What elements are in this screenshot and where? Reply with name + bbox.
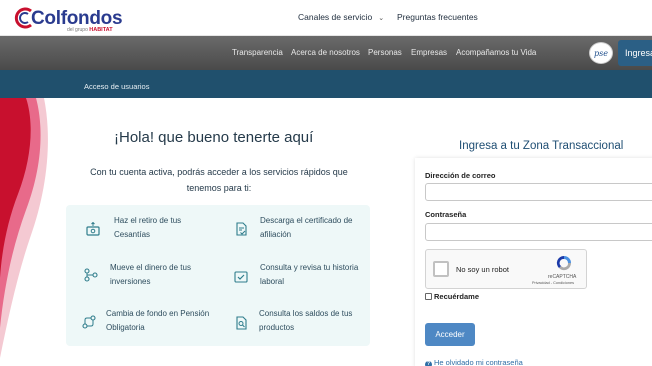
nav-acerca[interactable]: Acerca de nosotros [291,48,360,57]
tagline-prefix: del grupo [67,27,88,33]
services-channels-label: Canales de servicio [298,12,373,22]
services-channels-menu[interactable]: Canales de servicio ⌄ [298,12,384,22]
faq-link[interactable]: Preguntas frecuentes [397,12,478,22]
services-panel: Haz el retiro de tus Cesantías Descarga … [66,205,370,346]
remember-label: Recuérdame [434,292,480,301]
recaptcha-checkbox[interactable] [433,261,449,277]
password-field[interactable] [425,223,652,241]
history-check-icon [234,271,248,283]
nav-acompanamos[interactable]: Acompañamos tu Vida [456,48,536,57]
nav-personas[interactable]: Personas [368,48,402,57]
remember-me[interactable]: Recuérdame [425,292,479,301]
service-label: Descarga el certificado de afiliación [260,216,353,239]
money-withdraw-icon [86,222,100,236]
chevron-down-icon: ⌄ [378,15,385,22]
service-label: Mueve el dinero de tus inversiones [110,263,191,286]
fund-change-icon [82,315,96,329]
balance-search-icon [236,316,247,330]
remember-checkbox[interactable] [425,293,432,300]
tagline-brand: HABITAT [89,27,113,33]
brand-tagline: del grupo HABITAT [67,27,113,33]
recaptcha-widget: No soy un robot reCAPTCHA Privacidad - C… [425,249,587,289]
service-label: Cambia de fondo en Pensión Obligatoria [106,309,210,332]
email-field[interactable] [425,183,652,201]
nav-empresas[interactable]: Empresas [411,48,447,57]
recaptcha-terms-link[interactable]: Privacidad - Condiciones [532,281,574,285]
password-label: Contraseña [425,210,467,219]
help-icon: ? [425,361,432,366]
login-title: Ingresa a tu Zona Transaccional [459,140,624,152]
recaptcha-brand: reCAPTCHA [548,274,577,280]
recaptcha-logo-icon [556,255,572,271]
welcome-intro: Con tu cuenta activa, podrás acceder a l… [90,167,348,193]
forgot-password-link[interactable]: ? He olvidado mi contraseña [425,358,523,366]
top-header: Colfondos del grupo HABITAT Canales de s… [0,0,652,36]
main-nav: Transparencia Acerca de nosotros Persona… [0,36,652,70]
ingresa-button[interactable]: Ingresa [618,40,652,66]
recaptcha-label: No soy un robot [456,265,509,274]
user-access-link[interactable]: Acceso de usuarios [84,82,149,91]
service-label: Haz el retiro de tus Cesantías [114,216,182,239]
sub-nav: Acceso de usuarios [0,70,652,98]
certificate-download-icon [236,222,247,236]
welcome-title: ¡Hola! que bueno tenerte aquí [114,129,314,146]
service-label: Consulta y revisa tu historia laboral [260,263,359,286]
nav-transparencia[interactable]: Transparencia [232,48,283,57]
colfondos-logo[interactable]: Colfondos del grupo HABITAT [14,5,134,33]
pse-payment-button[interactable]: pse [589,42,613,64]
service-label: Consulta los saldos de tus productos [259,309,353,332]
transfer-icon [84,268,98,282]
forgot-password-label: He olvidado mi contraseña [434,358,523,366]
submit-button[interactable]: Acceder [425,323,475,346]
email-label: Dirección de correo [425,171,496,180]
